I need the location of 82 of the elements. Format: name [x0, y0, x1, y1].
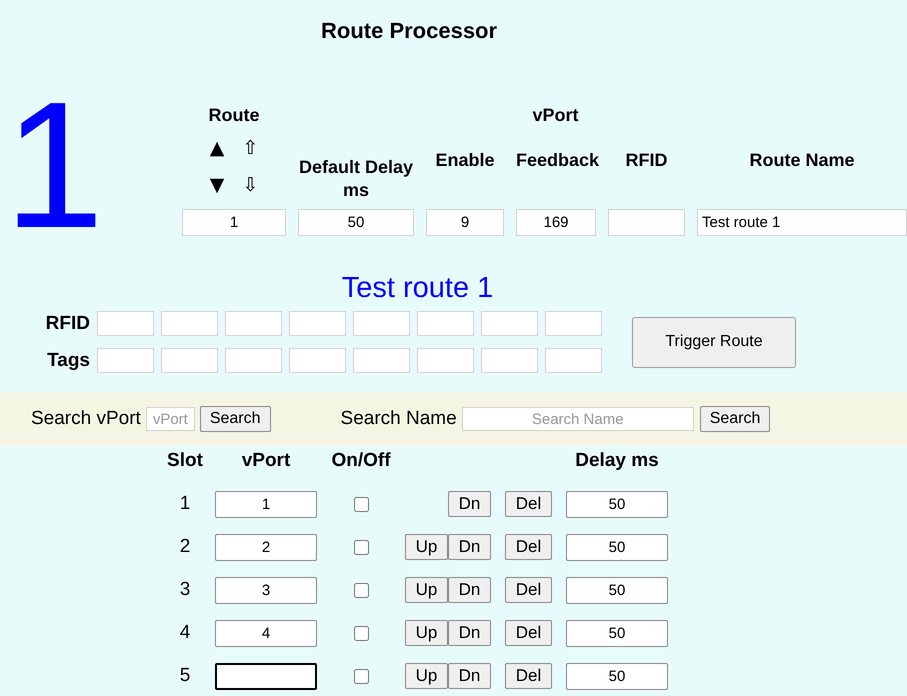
up-button[interactable]: Up: [405, 577, 448, 603]
slot-number: 1: [178, 493, 192, 515]
slot-number: 2: [178, 536, 192, 558]
vport-number-field[interactable]: 4: [215, 620, 317, 646]
down-button[interactable]: Dn: [448, 534, 491, 560]
slot-number: 5: [178, 665, 192, 687]
route-number-display: 1: [4, 86, 104, 246]
delete-button[interactable]: Del: [505, 620, 552, 646]
route-name-field[interactable]: Test route 1: [697, 209, 907, 236]
tag-field[interactable]: [545, 348, 602, 373]
route-number-field[interactable]: 1: [182, 209, 286, 236]
column-heading: RFID: [624, 148, 668, 172]
on-off-checkbox[interactable]: [354, 668, 368, 684]
tag-field[interactable]: [161, 311, 218, 336]
up-triangle-button[interactable]: ▲: [210, 137, 224, 159]
delete-button[interactable]: Del: [505, 491, 552, 517]
route-name-heading: Test route 1: [342, 272, 494, 304]
up-button[interactable]: Up: [405, 663, 448, 689]
row-label: Tags: [46, 350, 90, 372]
tag-field[interactable]: [481, 348, 538, 373]
on-off-checkbox[interactable]: [354, 540, 368, 554]
name-search-field[interactable]: Search Name: [462, 407, 694, 431]
down-button[interactable]: Dn: [448, 620, 491, 646]
delay-field[interactable]: 50: [566, 490, 668, 518]
on-off-checkbox[interactable]: [354, 582, 368, 598]
search-button[interactable]: Search: [200, 406, 271, 432]
on-off-checkbox[interactable]: [354, 496, 368, 512]
search-name-label: Search Name: [340, 408, 457, 430]
tag-field[interactable]: [161, 348, 218, 373]
column-heading: vPort: [531, 104, 580, 126]
slot-number: 3: [178, 579, 192, 601]
up-arrow-button[interactable]: ⇧: [242, 137, 258, 159]
tag-field[interactable]: [289, 348, 346, 373]
search-vport-label: Search vPort: [31, 408, 141, 430]
number-field[interactable]: [608, 209, 685, 236]
column-heading: Route Name: [748, 148, 856, 172]
delete-button[interactable]: Del: [505, 663, 552, 689]
column-heading: Slot: [166, 450, 204, 472]
search-button[interactable]: Search: [700, 406, 770, 432]
column-heading: vPort: [240, 450, 292, 472]
tag-field[interactable]: [545, 311, 602, 336]
vport-search-field[interactable]: vPort: [146, 407, 195, 431]
tag-field[interactable]: [289, 311, 346, 336]
on-off-checkbox[interactable]: [354, 626, 368, 640]
row-label: RFID: [44, 312, 90, 334]
delay-field[interactable]: 50: [566, 620, 668, 646]
up-button[interactable]: Up: [405, 534, 448, 560]
number-field[interactable]: 9: [426, 209, 504, 236]
delay-field[interactable]: 50: [566, 662, 668, 690]
vport-number-field[interactable]: 3: [215, 576, 317, 604]
tag-field[interactable]: [481, 311, 538, 336]
column-heading: Default Delay ms: [298, 156, 414, 202]
tag-field[interactable]: [225, 348, 282, 373]
vport-number-field[interactable]: [215, 662, 317, 690]
vport-number-field[interactable]: 1: [215, 490, 317, 518]
delay-field[interactable]: 50: [566, 576, 668, 604]
column-heading: Enable: [434, 148, 496, 172]
delay-field[interactable]: 50: [566, 534, 668, 560]
tag-field[interactable]: [225, 311, 282, 336]
trigger-route-button[interactable]: Trigger Route: [632, 316, 796, 368]
number-field[interactable]: 50: [298, 209, 414, 236]
vport-number-field[interactable]: 2: [215, 534, 317, 560]
tag-field[interactable]: [417, 311, 474, 336]
down-triangle-button[interactable]: ▼: [210, 174, 224, 196]
column-heading: Delay ms: [574, 450, 660, 472]
down-button[interactable]: Dn: [448, 577, 491, 603]
tag-field[interactable]: [97, 348, 154, 373]
number-field[interactable]: 169: [516, 209, 596, 236]
delete-button[interactable]: Del: [505, 577, 552, 603]
down-button[interactable]: Dn: [448, 491, 491, 517]
tag-field[interactable]: [97, 311, 154, 336]
page-title: Route Processor: [321, 18, 498, 44]
slot-number: 4: [178, 622, 192, 644]
down-button[interactable]: Dn: [448, 663, 491, 689]
up-button[interactable]: Up: [405, 620, 448, 646]
tag-field[interactable]: [417, 348, 474, 373]
down-arrow-button[interactable]: ⇩: [242, 174, 258, 196]
column-heading: Route: [208, 104, 260, 126]
delete-button[interactable]: Del: [505, 534, 552, 560]
column-heading: On/Off: [330, 450, 392, 472]
tag-field[interactable]: [353, 348, 410, 373]
tag-field[interactable]: [353, 311, 410, 336]
